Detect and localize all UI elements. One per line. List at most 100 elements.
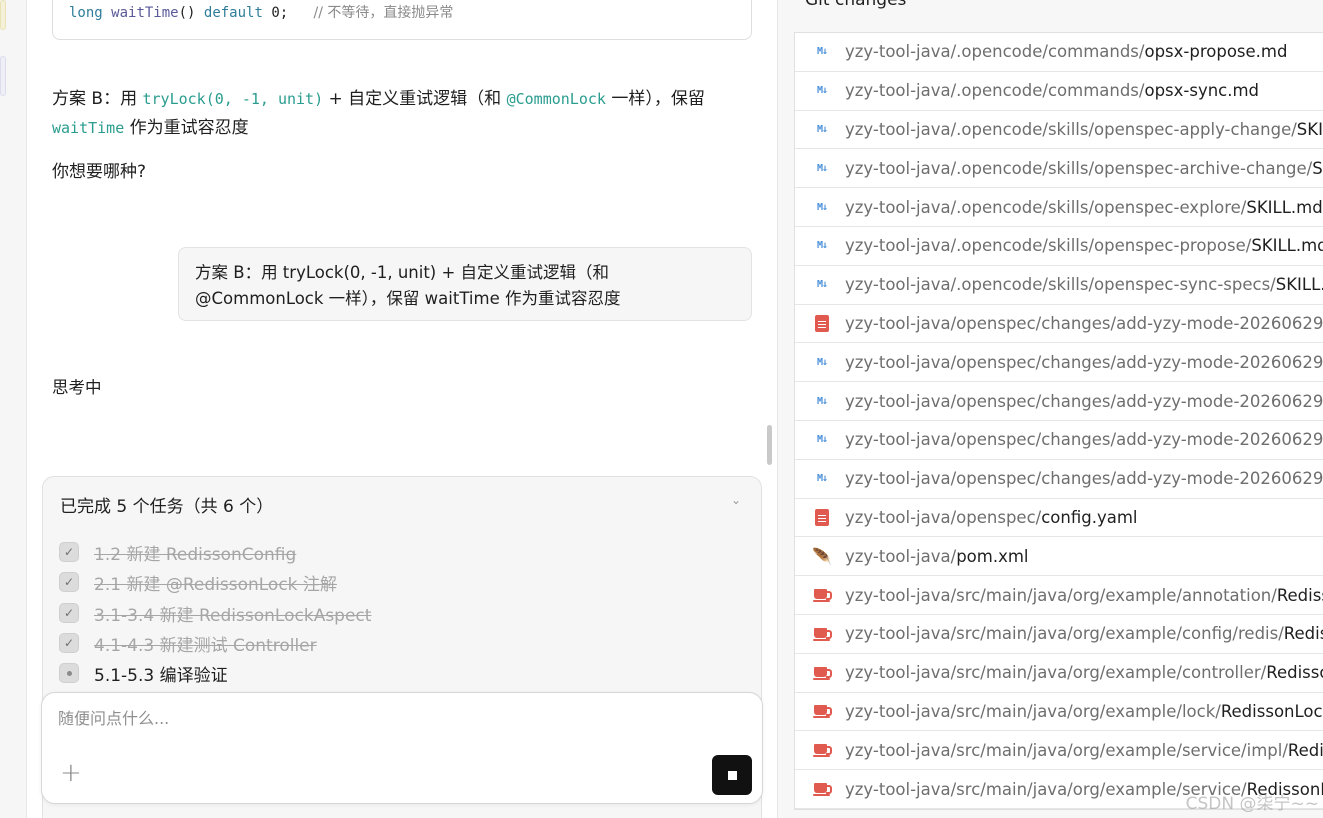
stop-generation-button[interactable] xyxy=(712,755,752,795)
message-text: 作为重试容忍度 xyxy=(124,118,249,138)
file-directory: yzy-tool-java/.opencode/commands/ xyxy=(845,42,1145,62)
file-directory: yzy-tool-java/openspec/changes/add-yzy-m… xyxy=(845,313,1323,333)
file-path: yzy-tool-java/pom.xml xyxy=(845,547,1029,566)
task-item: ✓ 4.1-4.3 新建测试 Controller xyxy=(59,630,317,656)
code-line: long waitTime() default 0; // 不等待，直接抛异常 xyxy=(69,2,453,22)
checkbox-checked-icon: ✓ xyxy=(59,603,79,623)
file-name: Redisso xyxy=(1287,740,1323,760)
changed-file-row[interactable]: yzy-tool-java/openspec/changes/add-yzy-m… xyxy=(795,305,1323,344)
file-name: SKILL. xyxy=(1296,119,1323,139)
markdown-icon: M↓ xyxy=(816,46,828,58)
changed-file-row[interactable]: M↓ yzy-tool-java/.opencode/commands/opsx-… xyxy=(795,72,1323,111)
chat-pane: long waitTime() default 0; // 不等待，直接抛异常 … xyxy=(27,0,777,818)
markdown-icon: M↓ xyxy=(816,240,828,252)
file-name: opsx-propose.md xyxy=(1144,42,1288,62)
changed-file-row[interactable]: M↓ yzy-tool-java/openspec/changes/add-yzy… xyxy=(795,343,1323,383)
file-name: opsx-sync.md xyxy=(1144,81,1260,101)
message-text: 一样），保留 xyxy=(605,89,705,109)
changed-file-row[interactable]: 🪶 yzy-tool-java/pom.xml xyxy=(795,537,1323,577)
scrollbar[interactable] xyxy=(767,425,772,465)
strip-marker[interactable] xyxy=(0,0,6,30)
strip-marker[interactable] xyxy=(0,56,6,96)
java-icon xyxy=(811,624,833,644)
file-directory: yzy-tool-java/.opencode/skills/openspec-… xyxy=(845,236,1252,256)
changed-file-row[interactable]: M↓ yzy-tool-java/.opencode/skills/openspe… xyxy=(795,111,1323,150)
java-icon xyxy=(811,663,833,683)
changed-file-row[interactable]: yzy-tool-java/openspec/config.yaml xyxy=(795,499,1323,538)
changed-file-row[interactable]: yzy-tool-java/src/main/java/org/example/… xyxy=(795,654,1323,693)
file-directory: yzy-tool-java/.opencode/skills/openspec-… xyxy=(845,197,1247,217)
option-b-line1: 方案 B：用 tryLock(0, -1, unit) + 自定义重试逻辑（和 … xyxy=(52,84,705,109)
file-name: Redisso xyxy=(1283,624,1323,644)
question-text: 你想要哪种? xyxy=(52,162,147,182)
checkbox-checked-icon: ✓ xyxy=(59,633,79,653)
file-path: yzy-tool-java/.opencode/skills/openspec-… xyxy=(845,159,1323,178)
checkbox-checked-icon: ✓ xyxy=(59,572,79,592)
changed-file-row[interactable]: M↓ yzy-tool-java/openspec/changes/add-yzy… xyxy=(795,460,1323,499)
option-b-line2: waitTime 作为重试容忍度 xyxy=(52,113,249,138)
file-path: yzy-tool-java/src/main/java/org/example/… xyxy=(845,702,1323,721)
markdown-icon: M↓ xyxy=(816,162,828,174)
file-directory: yzy-tool-java/src/main/java/org/example/… xyxy=(845,624,1284,644)
java-icon xyxy=(811,740,833,760)
markdown-icon: M↓ xyxy=(816,85,828,97)
changed-file-row[interactable]: yzy-tool-java/src/main/java/org/example/… xyxy=(795,576,1323,615)
file-path: yzy-tool-java/.opencode/skills/openspec-… xyxy=(845,236,1323,255)
task-item: ✓ 2.1 新建 @RedissonLock 注解 xyxy=(59,569,337,595)
file-name: Redisson xyxy=(1276,585,1323,605)
file-directory: yzy-tool-java/openspec/changes/add-yzy-m… xyxy=(845,391,1323,411)
message-text: 方案 B：用 xyxy=(52,89,143,109)
code-text: 0; xyxy=(262,5,289,21)
changed-file-row[interactable]: M↓ yzy-tool-java/.opencode/skills/openspe… xyxy=(795,149,1323,189)
changed-file-row[interactable]: yzy-tool-java/src/main/java/org/example/… xyxy=(795,615,1323,654)
chevron-down-icon[interactable]: ⌄ xyxy=(731,493,741,507)
task-label: 4.1-4.3 新建测试 Controller xyxy=(94,635,317,656)
file-name: config.yaml xyxy=(1041,507,1138,527)
file-path: yzy-tool-java/openspec/changes/add-yzy-m… xyxy=(845,314,1323,333)
file-directory: yzy-tool-java/src/main/java/org/example/… xyxy=(845,585,1277,605)
chat-input[interactable] xyxy=(58,709,718,728)
changed-file-row[interactable]: M↓ yzy-tool-java/openspec/changes/add-yzy… xyxy=(795,382,1323,421)
changed-file-row[interactable]: M↓ yzy-tool-java/.opencode/skills/openspe… xyxy=(795,188,1323,227)
changed-file-row[interactable]: M↓ yzy-tool-java/.opencode/commands/opsx-… xyxy=(795,33,1323,72)
plus-icon: + xyxy=(60,758,82,788)
java-icon xyxy=(811,701,833,721)
file-name: SKILL.md xyxy=(1246,197,1323,217)
code-text: () xyxy=(178,5,204,21)
task-label: 2.1 新建 @RedissonLock 注解 xyxy=(94,574,337,595)
add-attachment-button[interactable]: + xyxy=(60,758,84,788)
changed-file-row[interactable]: yzy-tool-java/src/main/java/org/example/… xyxy=(795,693,1323,732)
document-icon xyxy=(811,313,833,333)
file-name: RedissonLockA xyxy=(1220,701,1323,721)
file-path: yzy-tool-java/.opencode/commands/opsx-pr… xyxy=(845,42,1287,61)
git-changes-panel: Git changes M↓ yzy-tool-java/.opencode/co… xyxy=(777,0,1323,818)
watermark: CSDN @柒宁~~ xyxy=(1185,794,1319,814)
code-keyword: long xyxy=(69,5,103,21)
markdown-icon: M↓ xyxy=(816,279,828,291)
stop-icon xyxy=(727,770,737,780)
file-name: SKILL.md xyxy=(1251,236,1323,256)
checkbox-checked-icon: ✓ xyxy=(59,542,79,562)
file-directory: yzy-tool-java/openspec/changes/add-yzy-m… xyxy=(845,469,1323,489)
file-path: yzy-tool-java/openspec/config.yaml xyxy=(845,508,1138,527)
file-path: yzy-tool-java/src/main/java/org/example/… xyxy=(845,741,1323,760)
file-directory: yzy-tool-java/openspec/ xyxy=(845,507,1042,527)
markdown-icon: M↓ xyxy=(816,434,828,446)
file-directory: yzy-tool-java/src/main/java/org/example/… xyxy=(845,663,1267,683)
file-directory: yzy-tool-java/openspec/changes/add-yzy-m… xyxy=(845,430,1323,450)
file-name: SKIL xyxy=(1312,158,1323,178)
changed-file-row[interactable]: M↓ yzy-tool-java/.opencode/skills/openspe… xyxy=(795,227,1323,266)
changed-file-row[interactable]: M↓ yzy-tool-java/.opencode/skills/openspe… xyxy=(795,266,1323,305)
file-path: yzy-tool-java/openspec/changes/add-yzy-m… xyxy=(845,353,1323,372)
file-path: yzy-tool-java/.opencode/skills/openspec-… xyxy=(845,275,1323,294)
markdown-icon: M↓ xyxy=(816,356,828,368)
task-item: 5.1-5.3 编译验证 xyxy=(59,660,228,686)
changed-file-row[interactable]: yzy-tool-java/src/main/java/org/example/… xyxy=(795,731,1323,771)
file-path: yzy-tool-java/openspec/changes/add-yzy-m… xyxy=(845,469,1323,488)
file-name: Redisson xyxy=(1266,663,1323,683)
changed-files-list: M↓ yzy-tool-java/.opencode/commands/opsx-… xyxy=(794,32,1323,810)
in-progress-icon xyxy=(59,663,79,683)
file-path: yzy-tool-java/src/main/java/org/example/… xyxy=(845,624,1323,643)
code-block: long waitTime() default 0; // 不等待，直接抛异常 xyxy=(52,0,752,40)
changed-file-row[interactable]: M↓ yzy-tool-java/openspec/changes/add-yzy… xyxy=(795,421,1323,460)
